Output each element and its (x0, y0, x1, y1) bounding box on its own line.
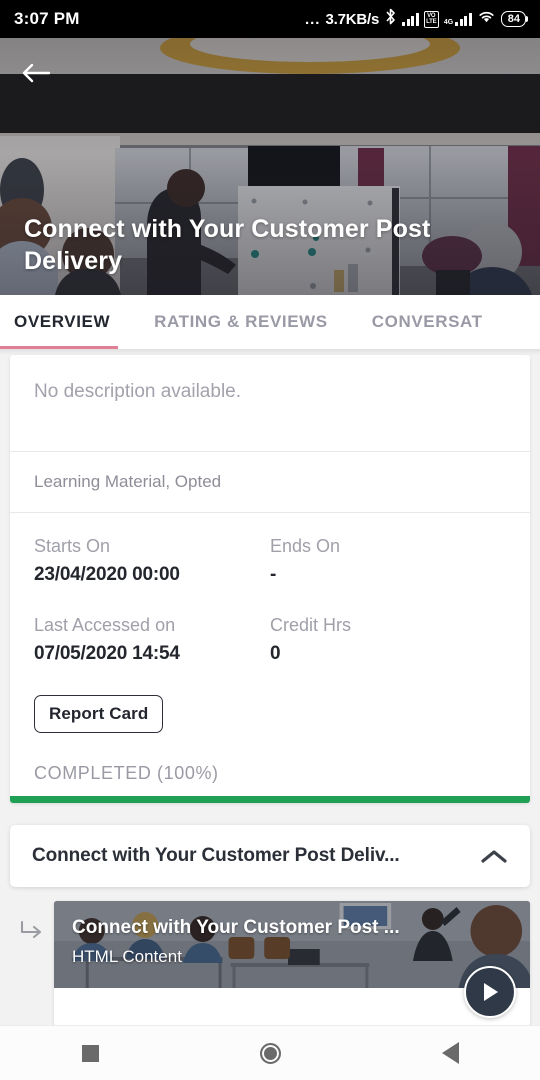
app-root: 3:07 PM ... 3.7KB/s VO LTE 4G 84 Connect… (0, 0, 540, 1080)
field-label: Ends On (270, 536, 341, 556)
field-label: Last Accessed on (34, 615, 176, 635)
recents-button[interactable] (50, 1026, 130, 1080)
module-accordion-header[interactable]: Connect with Your Customer Post Deliv... (10, 825, 530, 887)
bluetooth-icon (384, 8, 397, 30)
chevron-up-icon[interactable] (464, 848, 508, 865)
triangle-back-icon (441, 1042, 459, 1064)
field-label: Credit Hrs (270, 615, 352, 635)
play-icon[interactable] (464, 966, 516, 1018)
field-value: 07/05/2020 14:54 (34, 643, 180, 664)
wifi-icon (477, 9, 496, 29)
overflow-dots-icon: ... (304, 10, 321, 28)
progress-bar (10, 796, 530, 803)
back-button[interactable] (410, 1026, 490, 1080)
report-card-button[interactable]: Report Card (34, 695, 164, 733)
network-type-label: 4G (443, 19, 454, 26)
tab-bar: OVERVIEW RATING & REVIEWS CONVERSAT (0, 295, 540, 349)
status-bar-icons: ... 3.7KB/s VO LTE 4G 84 (304, 8, 529, 30)
completion-status-label: COMPLETED (100%) (34, 763, 219, 783)
status-bar: 3:07 PM ... 3.7KB/s VO LTE 4G 84 (0, 0, 540, 38)
progress-bar-fill (10, 796, 530, 803)
android-nav-bar (0, 1025, 540, 1080)
tab-conversations[interactable]: CONVERSAT (350, 295, 505, 349)
content-item-text: Connect with Your Customer Post ... HTML… (72, 915, 460, 969)
module-title: Connect with Your Customer Post Deliv... (32, 845, 400, 866)
module-content-row: Connect with Your Customer Post ... HTML… (10, 901, 530, 1026)
status-bar-time: 3:07 PM (14, 9, 80, 28)
field-credit-hrs: Credit Hrs 0 (270, 612, 506, 667)
field-label: Starts On (34, 536, 111, 556)
content-item-footer (54, 988, 530, 1026)
back-arrow-icon[interactable] (14, 52, 58, 94)
details-row: Last Accessed on 07/05/2020 14:54 Credit… (34, 612, 506, 667)
home-button[interactable] (230, 1026, 310, 1080)
signal-bars-icon (402, 12, 419, 26)
second-sim-signal-icon: 4G (444, 12, 472, 26)
field-value: 23/04/2020 00:00 (34, 564, 180, 585)
page-title: Connect with Your Customer Post Delivery (24, 215, 431, 275)
content-item-type: HTML Content (72, 947, 182, 966)
description-text: No description available. (34, 381, 242, 402)
field-starts-on: Starts On 23/04/2020 00:00 (34, 533, 270, 588)
content-item-title: Connect with Your Customer Post ... (72, 917, 400, 938)
tab-overview[interactable]: OVERVIEW (0, 295, 132, 349)
details-grid: Starts On 23/04/2020 00:00 Ends On - Las… (10, 513, 530, 695)
volte-icon: VO LTE (423, 10, 439, 28)
field-ends-on: Ends On - (270, 533, 506, 588)
overview-scroll-area[interactable]: No description available. Learning Mater… (0, 355, 540, 1026)
network-speed-label: 3.7KB/s (325, 10, 380, 28)
details-row: Starts On 23/04/2020 00:00 Ends On - (34, 533, 506, 588)
content-item-card[interactable]: Connect with Your Customer Post ... HTML… (54, 901, 530, 1026)
field-value: - (270, 564, 277, 585)
field-last-accessed: Last Accessed on 07/05/2020 14:54 (34, 612, 270, 667)
overview-card: No description available. Learning Mater… (10, 355, 530, 803)
circle-home-icon (259, 1042, 281, 1064)
tab-rating-reviews[interactable]: RATING & REVIEWS (132, 295, 350, 349)
battery-indicator: 84 (500, 11, 529, 27)
subdirectory-arrow-right-icon (10, 901, 54, 943)
content-thumbnail: Connect with Your Customer Post ... HTML… (54, 901, 530, 988)
field-value: 0 (270, 643, 281, 664)
course-meta-text: Learning Material, Opted (34, 472, 222, 491)
hero-banner: Connect with Your Customer Post Delivery (0, 38, 540, 295)
report-card-wrap: Report Card (10, 695, 530, 739)
square-recents-icon (81, 1044, 99, 1062)
